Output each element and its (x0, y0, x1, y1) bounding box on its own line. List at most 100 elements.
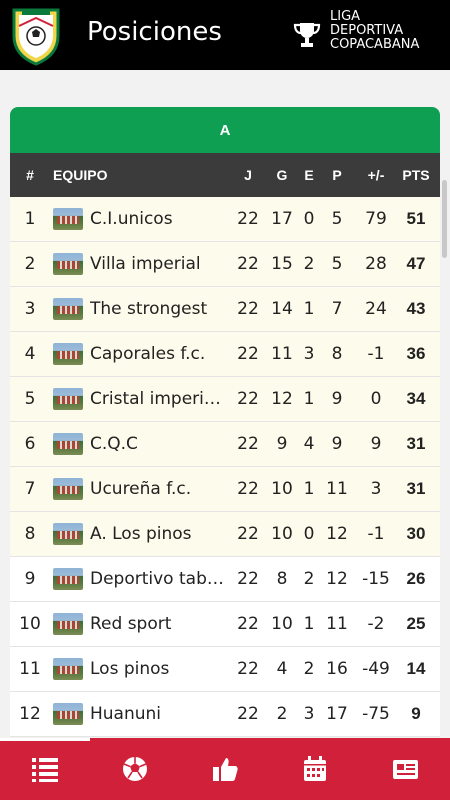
col-won: G (276, 167, 288, 183)
row-team-name: Caporales f.c. (90, 344, 206, 364)
row-won: 12 (271, 389, 293, 409)
row-drawn: 2 (303, 254, 315, 274)
row-drawn: 1 (303, 614, 315, 634)
row-lost: 9 (331, 434, 343, 454)
row-position: 1 (24, 209, 36, 229)
row-team-name: Los pinos (90, 659, 170, 679)
row-drawn: 1 (303, 299, 315, 319)
table-row[interactable]: 4 Caporales f.c. 22 11 3 8 -1 36 (10, 332, 440, 377)
league-name-line: DEPORTIVA (330, 23, 404, 38)
row-goal-diff: 24 (365, 299, 387, 319)
row-position: 11 (19, 659, 41, 679)
row-won: 17 (271, 209, 293, 229)
row-lost: 11 (326, 614, 348, 634)
page-title: Posiciones (87, 17, 222, 47)
league-name: LIGA DEPORTIVA COPACABANA (330, 10, 419, 52)
table-row[interactable]: 8 A. Los pinos 22 10 0 12 -1 30 (10, 512, 440, 557)
table-row[interactable]: 1 C.I.unicos 22 17 0 5 79 51 (10, 197, 440, 242)
row-won: 2 (276, 704, 288, 724)
team-photo (53, 242, 83, 286)
row-lost: 11 (326, 479, 348, 499)
row-points: 25 (406, 614, 426, 633)
row-won: 10 (271, 479, 293, 499)
row-team-name: Deportivo tab… (90, 569, 224, 589)
col-pos: # (26, 167, 34, 183)
row-position: 3 (24, 299, 36, 319)
col-lost: P (332, 167, 342, 183)
col-played: J (244, 167, 252, 183)
row-team-name: A. Los pinos (90, 524, 192, 544)
nav-standings[interactable] (0, 738, 90, 800)
row-points: 43 (406, 299, 426, 318)
nav-news[interactable] (360, 738, 450, 800)
table-row[interactable]: 12 Huanuni 22 2 3 17 -75 9 (10, 692, 440, 737)
row-lost: 8 (331, 344, 343, 364)
row-goal-diff: -49 (362, 659, 390, 679)
nav-likes[interactable] (180, 738, 270, 800)
col-drawn: E (304, 167, 314, 183)
row-points: 26 (406, 569, 426, 588)
team-photo-thumbnail (53, 388, 83, 410)
team-photo (53, 422, 83, 466)
row-lost: 9 (331, 389, 343, 409)
scrollbar[interactable] (442, 180, 447, 258)
table-row[interactable]: 11 Los pinos 22 4 2 16 -49 14 (10, 647, 440, 692)
row-won: 14 (271, 299, 293, 319)
row-goal-diff: -75 (362, 704, 390, 724)
league-shield-logo (12, 8, 60, 66)
table-row[interactable]: 6 C.Q.C 22 9 4 9 9 31 (10, 422, 440, 467)
row-team-name: Ucureña f.c. (90, 479, 192, 499)
nav-matches[interactable] (90, 738, 180, 800)
table-row[interactable]: 10 Red sport 22 10 1 11 -2 25 (10, 602, 440, 647)
row-lost: 17 (326, 704, 348, 724)
row-won: 8 (276, 569, 288, 589)
row-won: 10 (271, 614, 293, 634)
row-team-name: Huanuni (90, 704, 162, 724)
table-row[interactable]: 9 Deportivo tab… 22 8 2 12 -15 26 (10, 557, 440, 602)
table-row[interactable]: 5 Cristal imperi… 22 12 1 9 0 34 (10, 377, 440, 422)
row-position: 4 (24, 344, 36, 364)
col-points: PTS (402, 167, 430, 183)
row-drawn: 4 (303, 434, 315, 454)
row-goal-diff: 28 (365, 254, 387, 274)
table-row[interactable]: 2 Villa imperial 22 15 2 5 28 47 (10, 242, 440, 287)
table-row[interactable]: 7 Ucureña f.c. 22 10 1 11 3 31 (10, 467, 440, 512)
row-points: 34 (406, 389, 426, 408)
row-goal-diff: -1 (367, 524, 385, 544)
team-photo (53, 467, 83, 511)
row-won: 10 (271, 524, 293, 544)
thumbs-up-icon (213, 758, 238, 781)
row-played: 22 (237, 299, 259, 319)
row-position: 5 (24, 389, 36, 409)
league-name-line: COPACABANA (330, 37, 420, 52)
row-goal-diff: 79 (365, 209, 387, 229)
team-photo-thumbnail (53, 613, 83, 635)
table-row[interactable]: 3 The strongest 22 14 1 7 24 43 (10, 287, 440, 332)
row-drawn: 1 (303, 479, 315, 499)
row-lost: 7 (331, 299, 343, 319)
team-photo (53, 332, 83, 376)
row-goal-diff: -2 (367, 614, 385, 634)
row-goal-diff: 3 (370, 479, 382, 499)
row-played: 22 (237, 434, 259, 454)
row-played: 22 (237, 209, 259, 229)
row-team-name: The strongest (90, 299, 208, 319)
team-photo (53, 602, 83, 646)
col-team: EQUIPO (53, 167, 108, 183)
row-played: 22 (237, 704, 259, 724)
row-drawn: 2 (303, 569, 315, 589)
row-goal-diff: 9 (370, 434, 382, 454)
row-lost: 5 (331, 209, 343, 229)
row-drawn: 2 (303, 659, 315, 679)
nav-calendar[interactable] (270, 738, 360, 800)
row-played: 22 (237, 479, 259, 499)
row-played: 22 (237, 659, 259, 679)
row-lost: 12 (326, 569, 348, 589)
team-photo-thumbnail (53, 208, 83, 230)
team-photo-thumbnail (53, 703, 83, 725)
news-icon (393, 760, 418, 779)
row-lost: 5 (331, 254, 343, 274)
team-photo (53, 557, 83, 601)
row-played: 22 (237, 614, 259, 634)
row-team-name: C.I.unicos (90, 209, 173, 229)
